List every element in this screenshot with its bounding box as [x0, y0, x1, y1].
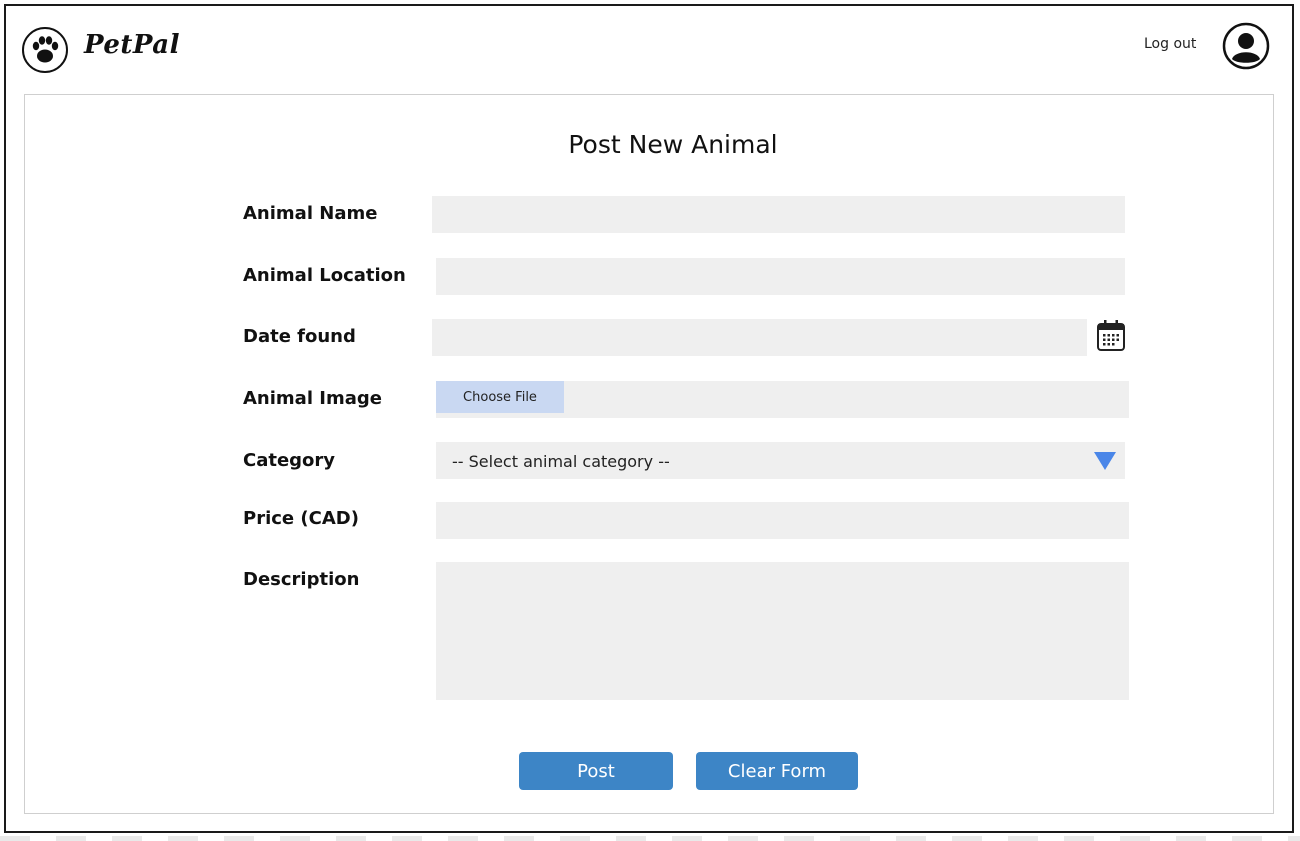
brand-name[interactable]: PetPal [84, 30, 180, 60]
category-selected-value[interactable]: -- Select animal category -- [452, 452, 670, 471]
price-label: Price (CAD) [243, 508, 359, 529]
animal-image-label: Animal Image [243, 388, 382, 409]
price-input[interactable] [436, 502, 1129, 539]
page-title: Post New Animal [568, 130, 778, 159]
animal-name-label: Animal Name [243, 203, 378, 224]
description-textarea[interactable] [436, 562, 1129, 700]
calendar-icon[interactable] [1096, 319, 1126, 352]
description-label: Description [243, 569, 360, 590]
dropdown-arrow-icon[interactable] [1094, 452, 1116, 470]
logout-link[interactable]: Log out [1144, 36, 1196, 52]
clear-form-button[interactable]: Clear Form [696, 752, 858, 790]
animal-location-input[interactable] [436, 258, 1125, 295]
animal-location-label: Animal Location [243, 265, 406, 286]
paw-icon[interactable] [22, 27, 68, 73]
date-found-input[interactable] [432, 319, 1087, 356]
decorative-dashes [0, 836, 1300, 841]
date-found-label: Date found [243, 326, 356, 347]
animal-name-input[interactable] [432, 196, 1125, 233]
choose-file-button[interactable]: Choose File [436, 381, 564, 413]
category-label: Category [243, 450, 336, 471]
user-avatar-icon[interactable] [1222, 22, 1270, 70]
post-button[interactable]: Post [519, 752, 673, 790]
